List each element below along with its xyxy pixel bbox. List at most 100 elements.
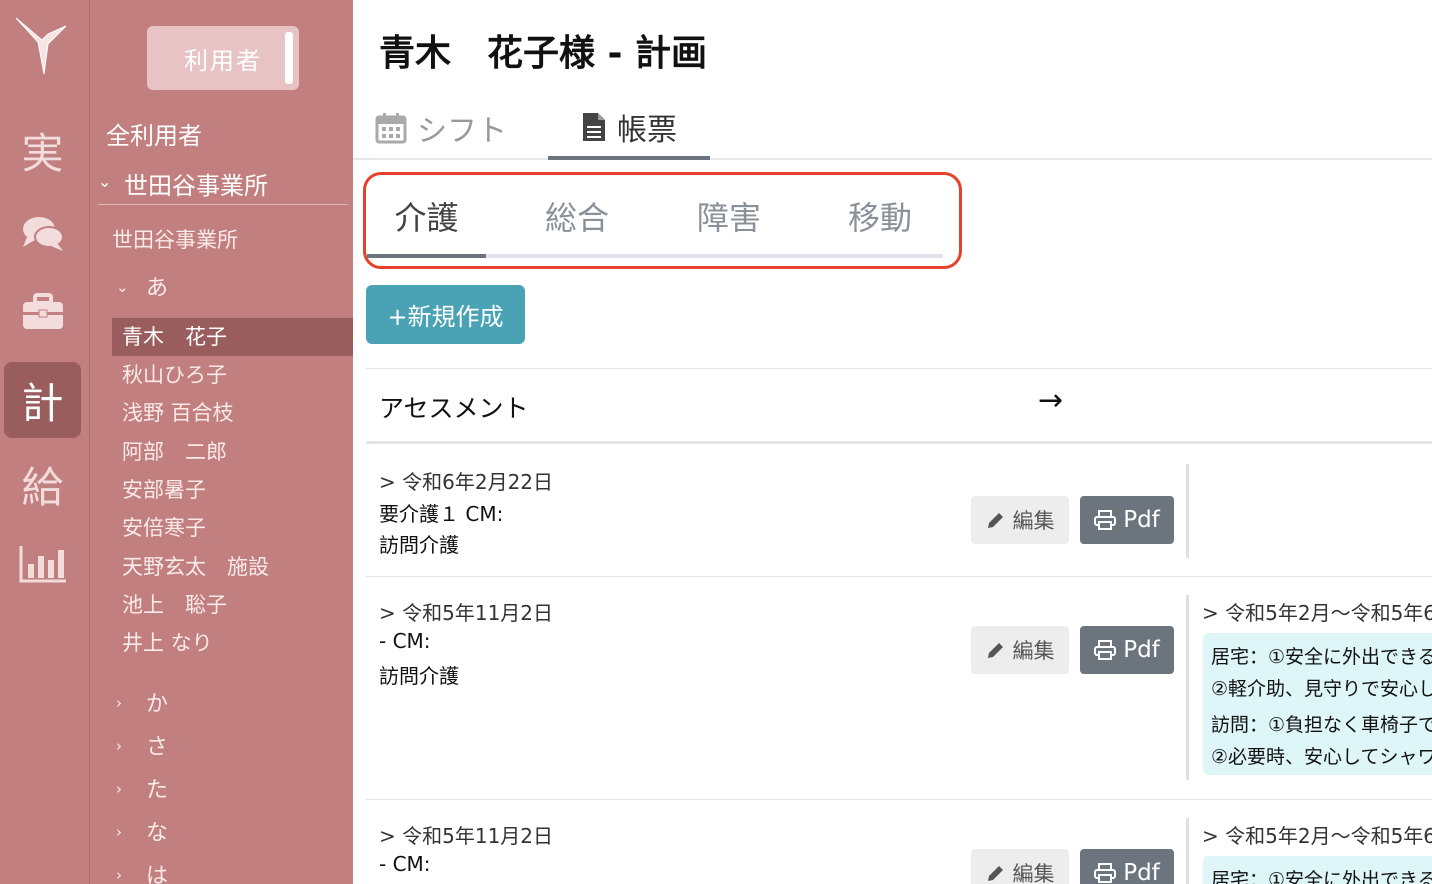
- user-item[interactable]: 井上 なり: [112, 624, 353, 662]
- nav-salary-label: 給: [21, 462, 64, 512]
- arrow-right-icon[interactable]: →: [1038, 383, 1063, 418]
- goal-summary: 居宅：①安全に外出できる: [1203, 856, 1432, 884]
- user-item[interactable]: 阿部 二郎: [112, 433, 353, 471]
- pdf-button[interactable]: Pdf: [1080, 626, 1174, 674]
- nav-record-label: 実: [21, 128, 64, 178]
- kana-group[interactable]: › な: [116, 815, 168, 847]
- pdf-label: Pdf: [1123, 860, 1160, 884]
- edit-button[interactable]: 編集: [971, 496, 1069, 544]
- record-date[interactable]: > 令和5年11月2日: [379, 820, 553, 849]
- tab-comprehensive[interactable]: 総合: [545, 194, 609, 258]
- pencil-icon: [987, 643, 1003, 658]
- kana-group-label: さ: [146, 735, 169, 760]
- page-title: 青木 花子様 - 計画: [379, 33, 708, 74]
- goal-line: ②必要時、安心してシャワー: [1211, 746, 1432, 768]
- pdf-button[interactable]: Pdf: [1080, 496, 1174, 544]
- chevron-right-icon: ›: [116, 823, 122, 841]
- pencil-icon: [987, 513, 1003, 528]
- pdf-label: Pdf: [1123, 507, 1160, 533]
- user-item[interactable]: 安部暑子: [112, 471, 353, 509]
- tab-forms-label: 帳票: [617, 113, 677, 148]
- nav-business[interactable]: [4, 274, 81, 350]
- edit-label: 編集: [1012, 862, 1055, 884]
- user-toggle-label: 利用者: [184, 46, 262, 75]
- icon-rail: 実 計 給: [0, 0, 90, 884]
- user-item[interactable]: 青木 花子: [112, 318, 353, 356]
- kana-group-label: か: [146, 692, 169, 717]
- tab-shift-label: シフト: [417, 114, 507, 149]
- column-divider: [1186, 818, 1189, 884]
- chevron-right-icon: ›: [116, 694, 122, 712]
- user-item[interactable]: 秋山ひろ子: [112, 356, 353, 394]
- record-row: > 令和5年11月2日 - CM: 編集 Pdf > 令和5年2月～令和5年6月…: [366, 800, 1432, 884]
- nav-plan-label: 計: [21, 378, 64, 428]
- edit-button[interactable]: 編集: [971, 849, 1069, 884]
- nav-record[interactable]: 実: [4, 112, 81, 188]
- nav-plan[interactable]: 計: [4, 362, 81, 438]
- user-toggle-button[interactable]: 利用者: [147, 26, 299, 90]
- printer-icon: [1094, 510, 1117, 530]
- nav-chat[interactable]: [4, 196, 81, 272]
- pdf-button[interactable]: Pdf: [1080, 849, 1174, 884]
- chevron-right-icon: ›: [116, 737, 122, 755]
- all-users-link[interactable]: 全利用者: [106, 116, 202, 151]
- goal-period[interactable]: > 令和5年2月～令和5年6月: [1202, 820, 1432, 849]
- record-row: > 令和6年2月22日 要介護１ CM: 訪問介護 編集 Pdf: [366, 446, 1432, 577]
- user-item[interactable]: 浅野 百合枝: [112, 394, 353, 432]
- assessment-header[interactable]: アセスメント →: [366, 368, 1432, 444]
- column-divider: [1186, 464, 1189, 558]
- record-date[interactable]: > 令和5年11月2日: [379, 597, 553, 626]
- goal-summary: 居宅：①安全に外出できる ②軽介助、見守りで安心して 訪問：①負担なく車椅子で …: [1203, 633, 1432, 775]
- tab-shift[interactable]: シフト: [375, 98, 507, 158]
- kana-group[interactable]: › か: [116, 686, 168, 718]
- user-item[interactable]: 池上 聡子: [112, 586, 353, 624]
- chevron-down-icon: ⌄: [116, 278, 129, 296]
- user-sidebar: 利用者 全利用者 ⌄ 世田谷事業所 世田谷事業所 ⌄ あ 青木 花子 秋山ひろ子…: [90, 0, 353, 884]
- record-care-level: - CM:: [379, 852, 431, 876]
- tab-care[interactable]: 介護: [367, 194, 486, 258]
- document-icon: [583, 113, 605, 141]
- kana-group[interactable]: › た: [116, 772, 168, 804]
- chat-icon: [22, 217, 64, 251]
- user-item[interactable]: 天野玄太 施設: [112, 548, 353, 586]
- record-care-level: - CM:: [379, 629, 431, 653]
- record-date[interactable]: > 令和6年2月22日: [379, 466, 553, 495]
- edit-button[interactable]: 編集: [971, 626, 1069, 674]
- record-care-level: 要介護１ CM:: [379, 502, 504, 526]
- tab-forms[interactable]: 帳票: [548, 98, 710, 160]
- pdf-label: Pdf: [1123, 637, 1160, 663]
- goal-line: 居宅：①安全に外出できる: [1211, 646, 1432, 668]
- goal-line: 居宅：①安全に外出できる: [1211, 869, 1432, 884]
- office-group[interactable]: ⌄ 世田谷事業所: [98, 166, 348, 205]
- calendar-icon: [375, 113, 407, 144]
- kana-group-a-label: あ: [146, 276, 169, 301]
- edit-label: 編集: [1012, 639, 1055, 663]
- kana-group[interactable]: › さ: [116, 729, 168, 761]
- chevron-down-icon: ⌄: [98, 172, 112, 191]
- assessment-label: アセスメント: [379, 394, 529, 423]
- nav-stats[interactable]: [4, 526, 81, 602]
- main-content: 青木 花子様 - 計画 シフト 帳票 介護 総合 障害 移動 +新規作成 アセス…: [353, 0, 1432, 884]
- pencil-icon: [987, 866, 1003, 881]
- kana-group-a[interactable]: ⌄ あ: [116, 270, 168, 302]
- bar-chart-icon: [19, 546, 66, 583]
- kana-group-label: た: [146, 778, 169, 803]
- kana-group-label: は: [146, 864, 169, 884]
- goal-line: ②軽介助、見守りで安心して: [1211, 678, 1432, 700]
- record-service: 訪問介護: [379, 664, 459, 688]
- tab-disability[interactable]: 障害: [697, 194, 761, 258]
- chevron-right-icon: ›: [116, 866, 122, 884]
- goal-line: 訪問：①負担なく車椅子で: [1211, 714, 1432, 736]
- printer-icon: [1094, 863, 1117, 883]
- new-create-button[interactable]: +新規作成: [366, 285, 525, 344]
- kana-group-label: な: [146, 821, 169, 846]
- tab-mobility[interactable]: 移動: [848, 194, 912, 258]
- office-sub-link[interactable]: 世田谷事業所: [112, 224, 238, 254]
- kana-group[interactable]: › は: [116, 858, 168, 884]
- nav-salary[interactable]: 給: [4, 446, 81, 522]
- bird-logo-icon[interactable]: [14, 14, 70, 78]
- goal-period[interactable]: > 令和5年2月～令和5年6月: [1202, 597, 1432, 626]
- user-item[interactable]: 安倍寒子: [112, 509, 353, 547]
- toggle-indicator: [285, 32, 293, 84]
- office-label: 世田谷事業所: [124, 172, 268, 200]
